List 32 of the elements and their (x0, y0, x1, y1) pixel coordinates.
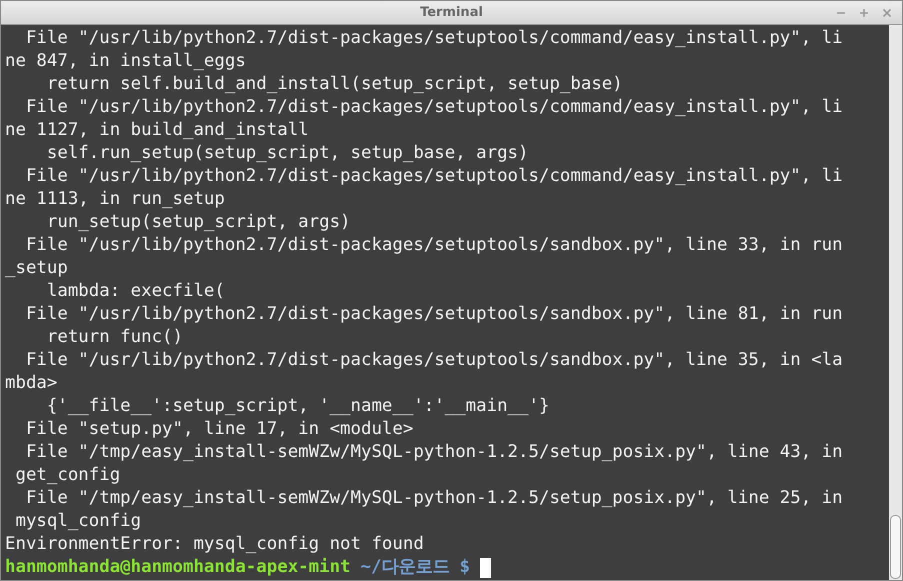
output-line: _setup (5, 257, 68, 280)
output-line: File "/usr/lib/python2.7/dist-packages/setuptools/command/easy_install.py", li (24, 27, 843, 50)
output-line: File "/usr/lib/python2.7/dist-packages/setuptools/sandbox.py", line 35, in <la (24, 349, 843, 372)
output-line: lambda: execfile( (46, 280, 225, 303)
output-line: File "/tmp/easy_install-semWZw/MySQL-python-1.2.5/setup_posix.py", line 25, in (24, 487, 843, 510)
output-line: File "/tmp/easy_install-semWZw/MySQL-python-1.2.5/setup_posix.py", line 43, in (24, 441, 843, 464)
scrollbar-thumb[interactable] (890, 515, 901, 579)
scrollbar[interactable] (889, 25, 902, 580)
output-line: File "/usr/lib/python2.7/dist-packages/setuptools/sandbox.py", line 81, in run (24, 303, 843, 326)
maximize-icon[interactable] (859, 8, 869, 18)
output-line: File "setup.py", line 17, in <module> (24, 418, 414, 441)
output-line: self.run_setup(setup_script, setup_base, args) (46, 142, 529, 165)
output-line: {'__file__':setup_script, '__name__':'__main__'} (46, 395, 550, 418)
output-line: File "/usr/lib/python2.7/dist-packages/setuptools/command/easy_install.py", li (24, 96, 843, 119)
output-line: run_setup(setup_script, args) (46, 211, 351, 234)
output-line: mysql_config (14, 510, 142, 533)
output-line: ne 1127, in build_and_install (5, 119, 309, 142)
prompt-path: ~/다운로드 (360, 556, 450, 579)
output-line: get_config (14, 464, 120, 487)
output-line: return self.build_and_install(setup_script, setup_base) (46, 73, 623, 96)
output-line: File "/usr/lib/python2.7/dist-packages/setuptools/sandbox.py", line 33, in run (24, 234, 843, 257)
output-line: EnvironmentError: mysql_config not found (5, 533, 424, 556)
output-line: ne 1113, in run_setup (5, 188, 225, 211)
close-icon[interactable] (882, 8, 892, 18)
output-line: ne 847, in install_eggs (5, 50, 246, 73)
output-line: mbda> (5, 372, 58, 395)
window-title: Terminal (420, 5, 483, 20)
prompt-user-host: hanmomhanda@hanmomhanda-apex-mint (5, 556, 351, 579)
text-cursor (480, 558, 491, 578)
output-line: File "/usr/lib/python2.7/dist-packages/setuptools/command/easy_install.py", li (24, 165, 843, 188)
output-line: return func() (46, 326, 183, 349)
prompt-symbol: $ (459, 556, 470, 579)
